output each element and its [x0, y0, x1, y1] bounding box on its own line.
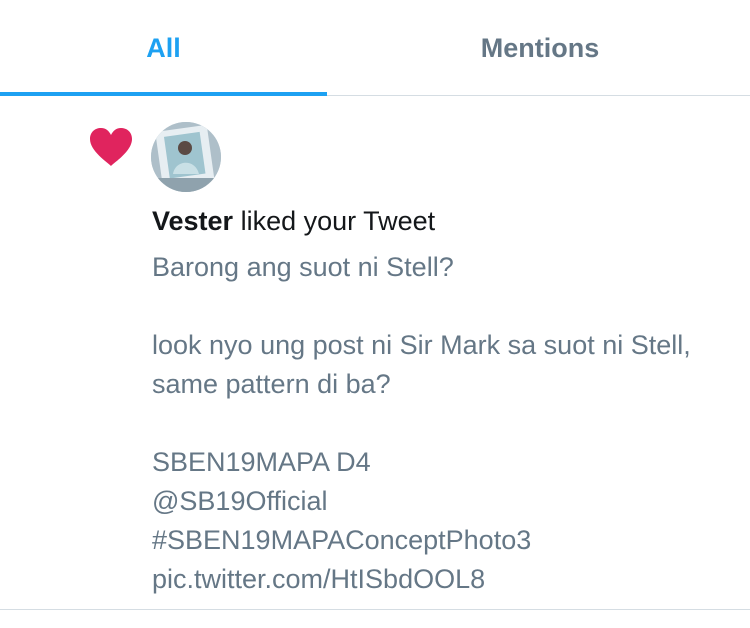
notification-tabs: All Mentions [0, 0, 750, 96]
tab-all[interactable]: All [0, 0, 327, 96]
action-text: liked your Tweet [233, 206, 436, 236]
heart-icon [90, 128, 132, 166]
user-name[interactable]: Vester [152, 206, 233, 236]
like-notification[interactable]: Vester liked your Tweet Barong ang suot … [0, 96, 750, 610]
notification-headline: Vester liked your Tweet [152, 206, 435, 237]
tab-all-label: All [146, 32, 181, 63]
avatar-photo [151, 122, 221, 192]
tab-mentions-label: Mentions [480, 32, 600, 63]
tweet-text[interactable]: Barong ang suot ni Stell? look nyo ung p… [152, 248, 732, 599]
tab-mentions[interactable]: Mentions [375, 0, 705, 96]
list-spacer [0, 610, 750, 628]
avatar[interactable] [151, 122, 221, 192]
